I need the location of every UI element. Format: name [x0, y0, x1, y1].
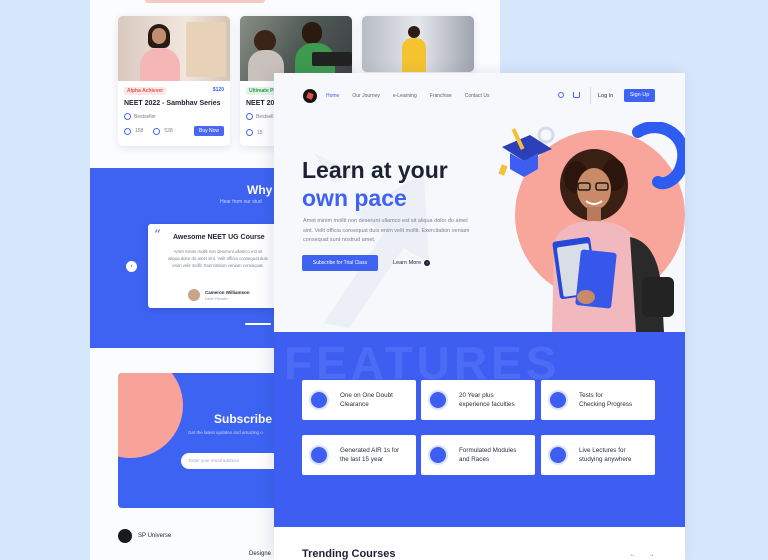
subscribe-description: Get the latest updates and amazing o — [188, 430, 263, 435]
nav-item-our-journey[interactable]: Our Journey — [352, 93, 380, 99]
badge-icon — [124, 113, 131, 120]
lightbulb-icon — [309, 390, 329, 410]
feature-card: Formulated Modules and Races — [421, 435, 535, 475]
course-tag: Alpha Achiever — [124, 87, 167, 95]
lessons-count: 528 — [164, 128, 173, 134]
nav-item-home[interactable]: Home — [326, 93, 339, 99]
email-input[interactable]: Enter your email address — [181, 453, 283, 469]
why-subtitle: Hear from our stud — [220, 199, 262, 205]
quote-icon: “ — [154, 228, 161, 243]
footer-text: Designe — [249, 551, 272, 557]
search-icon[interactable] — [558, 92, 564, 98]
course-photo — [240, 16, 352, 81]
brand-logo[interactable] — [303, 89, 317, 103]
cart-icon[interactable] — [573, 92, 580, 98]
decor-blob — [118, 373, 183, 458]
nav-item-contact-us[interactable]: Contact Us — [465, 93, 490, 99]
testimonial-role: Delhi Rewah — [205, 296, 228, 301]
login-link[interactable]: Log In — [598, 93, 613, 99]
subscribe-section: Subscribe Get the latest updates and ama… — [118, 373, 283, 508]
hero-section: Home Our Journey e-Learning Franchise Co… — [274, 73, 685, 332]
testimonial-card: “ Awesome NEET UG Course Amet minim moll… — [148, 224, 278, 308]
testimonial-body: Amet minim mollit non deserunt ullamco e… — [168, 249, 268, 268]
feature-label: 20 Year plus experience faculties — [459, 391, 515, 408]
pencil-icon — [548, 390, 568, 410]
nav-item-e-learning[interactable]: e-Learning — [393, 93, 417, 99]
subscribe-heading: Subscribe — [214, 412, 273, 426]
feature-card: Generated AIR 1s for the last 15 year — [302, 435, 416, 475]
hero-paragraph: Amet minim mollit non deserunt ullamco e… — [303, 218, 470, 244]
hero-heading-line1: Learn at your — [302, 157, 448, 183]
course-card[interactable]: Alpha Achiever $120 NEET 2022 - Sambhav S… — [118, 16, 230, 146]
buy-now-button[interactable]: Buy Now — [193, 126, 224, 136]
course-photo — [118, 16, 230, 81]
top-strip — [145, 0, 265, 3]
prev-arrow-icon[interactable]: ← — [629, 552, 636, 559]
presentation-icon — [548, 445, 568, 465]
nav-item-franchise[interactable]: Franchise — [430, 93, 452, 99]
testimonial-title: Awesome NEET UG Course — [173, 234, 265, 241]
course-photo — [362, 16, 474, 72]
brand-logo — [118, 529, 132, 543]
hero-heading-line2: own pace — [302, 185, 407, 211]
next-arrow-icon[interactable]: → — [648, 552, 655, 559]
slider-indicator[interactable] — [245, 323, 271, 325]
feature-card: Tests for Checking Progress — [541, 380, 655, 420]
prev-arrow-icon[interactable]: ‹ — [126, 261, 137, 272]
avatar — [188, 289, 200, 301]
arrow-right-icon: › — [424, 260, 431, 266]
feature-label: Live Lectures for studying anywhere — [579, 446, 632, 463]
students-count: 15 — [257, 129, 263, 136]
calendar-icon — [428, 390, 448, 410]
feature-card: 20 Year plus experience faculties — [421, 380, 535, 420]
students-icon — [246, 129, 253, 136]
feature-label: Formulated Modules and Races — [459, 446, 517, 463]
why-heading: Why — [247, 183, 273, 197]
students-count: 158 — [135, 128, 144, 134]
medal-icon — [309, 445, 329, 465]
student-illustration — [552, 149, 674, 332]
course-title: NEET 2022 - Sambhav Series — [124, 100, 221, 107]
course-card[interactable] — [362, 16, 474, 72]
learn-more-link[interactable]: Learn More › — [393, 260, 431, 266]
learn-more-label: Learn More — [393, 260, 422, 266]
course-price: $120 — [212, 87, 224, 93]
feature-card: Live Lectures for studying anywhere — [541, 435, 655, 475]
main-nav: Home Our Journey e-Learning Franchise Co… — [326, 93, 502, 99]
features-section: FEATURES One on One Doubt Clearance 20 Y… — [274, 332, 685, 527]
subscribe-trial-button[interactable]: Subscribe for Trial Class — [302, 255, 378, 271]
lessons-icon — [153, 127, 161, 135]
course-subtitle: Bestsell — [256, 113, 274, 120]
students-icon — [124, 127, 131, 135]
course-subtitle: Bestseller — [134, 113, 156, 120]
testimonial-author: Cameron Williamson — [205, 290, 250, 295]
brain-icon — [428, 445, 448, 465]
feature-label: Tests for Checking Progress — [579, 391, 633, 408]
front-page: Home Our Journey e-Learning Franchise Co… — [274, 73, 685, 560]
signup-button[interactable]: Sign Up — [624, 89, 655, 102]
nav-divider — [590, 87, 591, 104]
badge-icon — [246, 113, 253, 120]
brand-name: SP Universe — [138, 533, 172, 539]
feature-label: Generated AIR 1s for the last 15 year — [340, 446, 400, 463]
feature-card: One on One Doubt Clearance — [302, 380, 416, 420]
trending-heading: Trending Courses — [302, 548, 396, 560]
feature-label: One on One Doubt Clearance — [340, 391, 393, 408]
